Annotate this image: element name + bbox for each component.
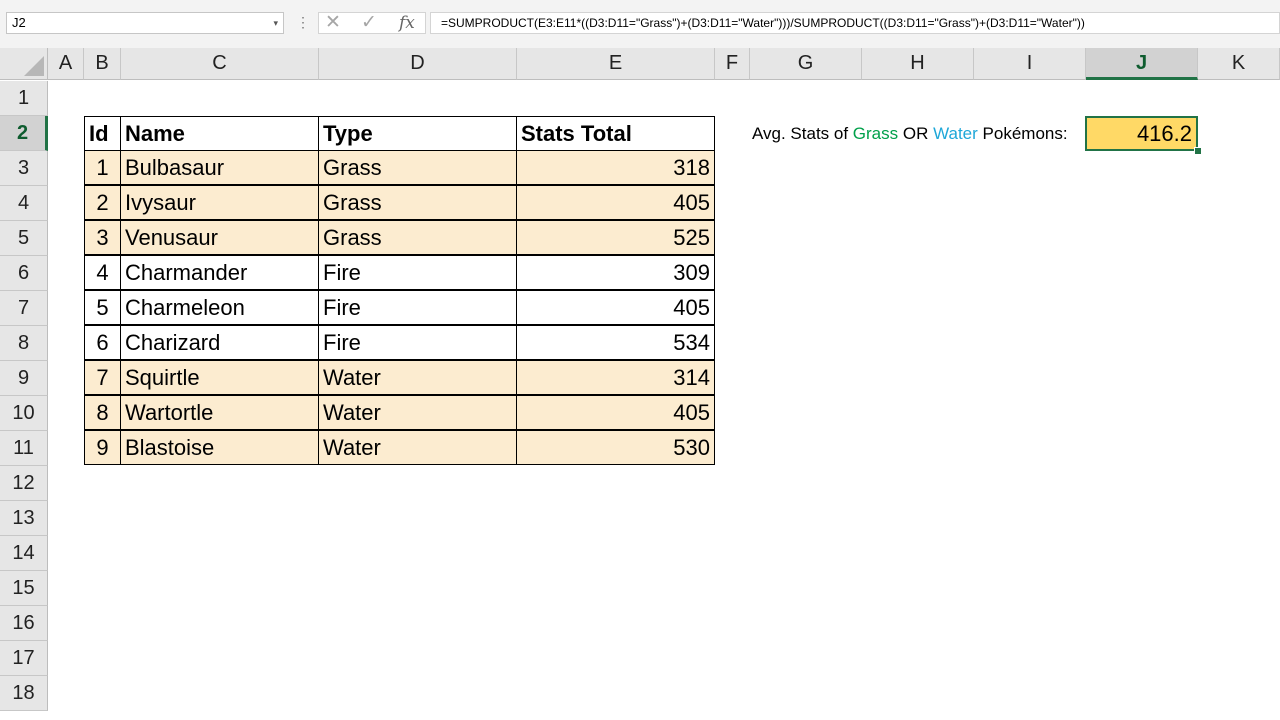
id-cell[interactable]: 8 bbox=[84, 395, 121, 430]
row-header-15[interactable]: 15 bbox=[0, 571, 48, 606]
fill-handle[interactable] bbox=[1194, 147, 1202, 155]
id-cell[interactable]: 4 bbox=[84, 255, 121, 290]
stats-total-cell[interactable]: 405 bbox=[516, 395, 715, 430]
type-cell[interactable]: Fire bbox=[318, 290, 517, 325]
id-cell[interactable]: 5 bbox=[84, 290, 121, 325]
enter-icon[interactable]: ✓ bbox=[361, 13, 377, 33]
column-header-h[interactable]: H bbox=[862, 48, 974, 80]
type-cell[interactable]: Fire bbox=[318, 255, 517, 290]
row-header-17[interactable]: 17 bbox=[0, 641, 48, 676]
name-cell[interactable]: Charmeleon bbox=[120, 290, 319, 325]
row-header-4[interactable]: 4 bbox=[0, 186, 48, 221]
type-cell[interactable]: Water bbox=[318, 430, 517, 465]
id-cell[interactable]: 3 bbox=[84, 220, 121, 255]
row-header-12[interactable]: 12 bbox=[0, 466, 48, 501]
select-all-button[interactable] bbox=[0, 48, 48, 80]
row-header-13[interactable]: 13 bbox=[0, 501, 48, 536]
type-cell[interactable]: Water bbox=[318, 360, 517, 395]
row-header-9[interactable]: 9 bbox=[0, 361, 48, 396]
label-prefix: Avg. Stats of bbox=[752, 124, 853, 143]
id-cell[interactable]: 2 bbox=[84, 185, 121, 220]
row-header-10[interactable]: 10 bbox=[0, 396, 48, 431]
name-cell[interactable]: Wartortle bbox=[120, 395, 319, 430]
name-cell[interactable]: Venusaur bbox=[120, 220, 319, 255]
column-header-i[interactable]: I bbox=[974, 48, 1086, 80]
label-suffix: Pokémons: bbox=[977, 124, 1068, 143]
row-header-1[interactable]: 1 bbox=[0, 81, 48, 116]
type-cell[interactable]: Grass bbox=[318, 220, 517, 255]
table-header-0[interactable]: Id bbox=[84, 116, 121, 151]
column-header-k[interactable]: K bbox=[1198, 48, 1280, 80]
more-options-icon[interactable]: ⋮ bbox=[296, 12, 310, 34]
column-header-e[interactable]: E bbox=[517, 48, 715, 80]
name-cell[interactable]: Bulbasaur bbox=[120, 150, 319, 185]
water-word: Water bbox=[933, 124, 978, 143]
result-cell-j2[interactable]: 416.2 bbox=[1085, 116, 1198, 151]
column-header-j[interactable]: J bbox=[1086, 48, 1198, 80]
table-header-3[interactable]: Stats Total bbox=[516, 116, 715, 151]
stats-total-cell[interactable]: 405 bbox=[516, 185, 715, 220]
row-header-14[interactable]: 14 bbox=[0, 536, 48, 571]
name-box-value: J2 bbox=[12, 15, 26, 30]
row-header-18[interactable]: 18 bbox=[0, 676, 48, 711]
table-header-1[interactable]: Name bbox=[120, 116, 319, 151]
name-cell[interactable]: Squirtle bbox=[120, 360, 319, 395]
stats-total-cell[interactable]: 534 bbox=[516, 325, 715, 360]
column-header-a[interactable]: A bbox=[48, 48, 84, 80]
id-cell[interactable]: 9 bbox=[84, 430, 121, 465]
stats-total-cell[interactable]: 525 bbox=[516, 220, 715, 255]
row-header-11[interactable]: 11 bbox=[0, 431, 48, 466]
row-header-16[interactable]: 16 bbox=[0, 606, 48, 641]
id-cell[interactable]: 6 bbox=[84, 325, 121, 360]
column-header-b[interactable]: B bbox=[84, 48, 121, 80]
select-all-triangle-icon bbox=[24, 56, 44, 76]
row-header-5[interactable]: 5 bbox=[0, 221, 48, 256]
type-cell[interactable]: Grass bbox=[318, 150, 517, 185]
formula-buttons: ✕ ✓ fx bbox=[318, 12, 426, 34]
table-header-2[interactable]: Type bbox=[318, 116, 517, 151]
column-header-g[interactable]: G bbox=[750, 48, 862, 80]
stats-total-cell[interactable]: 318 bbox=[516, 150, 715, 185]
stats-total-cell[interactable]: 314 bbox=[516, 360, 715, 395]
label-or: OR bbox=[898, 124, 934, 143]
row-header-3[interactable]: 3 bbox=[0, 151, 48, 186]
id-cell[interactable]: 7 bbox=[84, 360, 121, 395]
name-cell[interactable]: Blastoise bbox=[120, 430, 319, 465]
name-cell[interactable]: Charmander bbox=[120, 255, 319, 290]
type-cell[interactable]: Fire bbox=[318, 325, 517, 360]
stats-total-cell[interactable]: 405 bbox=[516, 290, 715, 325]
type-cell[interactable]: Water bbox=[318, 395, 517, 430]
summary-label: Avg. Stats of Grass OR Water Pokémons: bbox=[752, 116, 1068, 151]
type-cell[interactable]: Grass bbox=[318, 185, 517, 220]
row-header-7[interactable]: 7 bbox=[0, 291, 48, 326]
stats-total-cell[interactable]: 530 bbox=[516, 430, 715, 465]
row-header-6[interactable]: 6 bbox=[0, 256, 48, 291]
cancel-icon[interactable]: ✕ bbox=[325, 13, 341, 33]
id-cell[interactable]: 1 bbox=[84, 150, 121, 185]
formula-bar: J2 ▾ ⋮ ✕ ✓ fx =SUMPRODUCT(E3:E11*((D3:D1… bbox=[0, 0, 1280, 48]
name-cell[interactable]: Charizard bbox=[120, 325, 319, 360]
row-header-2[interactable]: 2 bbox=[0, 116, 48, 151]
name-box[interactable]: J2 ▾ bbox=[6, 12, 284, 34]
chevron-down-icon[interactable]: ▾ bbox=[273, 13, 278, 33]
formula-input[interactable]: =SUMPRODUCT(E3:E11*((D3:D11="Grass")+(D3… bbox=[430, 12, 1280, 34]
stats-total-cell[interactable]: 309 bbox=[516, 255, 715, 290]
name-cell[interactable]: Ivysaur bbox=[120, 185, 319, 220]
column-header-c[interactable]: C bbox=[121, 48, 319, 80]
column-header-d[interactable]: D bbox=[319, 48, 517, 80]
row-header-8[interactable]: 8 bbox=[0, 326, 48, 361]
grass-word: Grass bbox=[852, 124, 899, 143]
column-header-f[interactable]: F bbox=[715, 48, 750, 80]
insert-function-icon[interactable]: fx bbox=[399, 13, 415, 33]
